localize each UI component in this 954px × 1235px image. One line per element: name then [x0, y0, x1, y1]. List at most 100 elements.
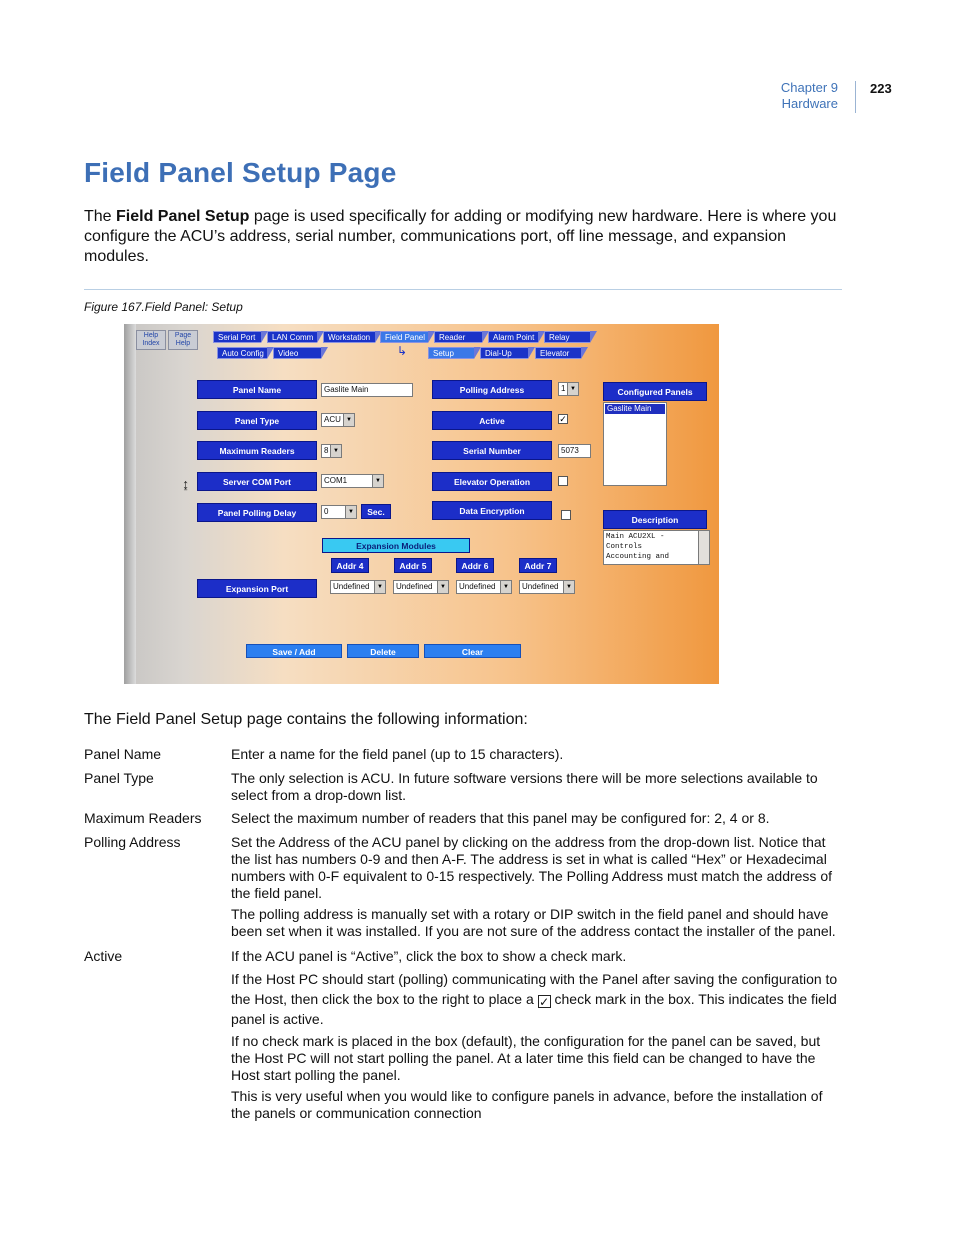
polling-address-value: 1	[561, 384, 566, 393]
chevron-down-icon: ▼	[343, 414, 354, 426]
server-com-port-label: Server COM Port	[197, 472, 317, 491]
delete-button[interactable]: Delete	[347, 644, 419, 658]
chevron-down-icon: ▼	[437, 581, 448, 593]
expansion-port-select-2[interactable]: Undefined ▼	[393, 580, 449, 594]
panel-polling-delay-label: Panel Polling Delay	[197, 503, 317, 522]
checkmark-box-icon: ✓	[537, 995, 551, 1009]
intro-bold: Field Panel Setup	[116, 208, 250, 225]
data-encryption-label: Data Encryption	[432, 501, 552, 520]
desc-max-readers: Select the maximum number of readers tha…	[231, 810, 770, 826]
mouse-cursor-icon: ↨	[182, 476, 189, 492]
tab-relay[interactable]: Relay	[544, 331, 597, 343]
term-max-readers: Maximum Readers	[84, 810, 202, 826]
expansion-port-value: Undefined	[333, 582, 370, 591]
panel-type-label: Panel Type	[197, 411, 317, 430]
subtab-elevator[interactable]: Elevator	[535, 347, 588, 359]
serial-number-label: Serial Number	[432, 441, 552, 460]
addr-7-label: Addr 7	[519, 558, 557, 573]
panel-type-select[interactable]: ACU ▼	[321, 413, 355, 427]
tab-field-panel[interactable]: Field Panel	[380, 331, 435, 343]
subtab-arrow-icon: ↳	[397, 344, 408, 358]
panel-name-label: Panel Name	[197, 380, 317, 399]
chevron-down-icon: ▼	[567, 383, 578, 395]
max-readers-select[interactable]: 8 ▼	[321, 444, 342, 458]
description-text: Main ACU2XL - Controls Accounting and	[606, 533, 670, 561]
description-textarea[interactable]: Main ACU2XL - Controls Accounting and	[603, 530, 710, 565]
tab-video[interactable]: Video	[273, 347, 328, 359]
list-item[interactable]: Gaslite Main	[605, 404, 665, 414]
header-divider	[855, 81, 856, 113]
elevator-operation-label: Elevator Operation	[432, 472, 552, 491]
polling-address-label: Polling Address	[432, 380, 552, 399]
active-paragraph-4: This is very useful when you would like …	[231, 1088, 823, 1121]
help-index-button[interactable]: Help Index	[136, 330, 166, 350]
polling-address-select[interactable]: 1 ▼	[558, 382, 579, 396]
active-paragraph-3: If no check mark is placed in the box (d…	[231, 1033, 821, 1083]
tab-alarm-point[interactable]: Alarm Point	[488, 331, 545, 343]
data-encryption-checkbox[interactable]	[561, 510, 571, 520]
expansion-modules-label: Expansion Modules	[322, 538, 470, 553]
elevator-operation-checkbox[interactable]	[558, 476, 568, 486]
chapter-info: Chapter 9 Hardware	[781, 80, 838, 112]
desc-panel-name: Enter a name for the field panel (up to …	[231, 746, 564, 762]
polling-delay-unit-label: Sec.	[361, 504, 391, 519]
serial-number-input[interactable]: 5073	[558, 444, 591, 458]
active-paragraph-2: If the Host PC should start (polling) co…	[231, 969, 843, 1029]
addr-4-label: Addr 4	[331, 558, 369, 573]
save-add-button[interactable]: Save / Add	[246, 644, 342, 658]
panel-polling-delay-select[interactable]: 0 ▼	[321, 505, 357, 519]
description-label: Description	[603, 510, 707, 529]
tab-reader[interactable]: Reader	[434, 331, 489, 343]
chevron-down-icon: ▼	[563, 581, 574, 593]
chevron-down-icon: ▼	[500, 581, 511, 593]
term-panel-type: Panel Type	[84, 770, 154, 786]
section-divider	[84, 289, 842, 290]
addr-6-label: Addr 6	[456, 558, 494, 573]
expansion-port-select-1[interactable]: Undefined ▼	[330, 580, 386, 594]
chevron-down-icon: ▼	[372, 475, 383, 487]
expansion-port-value: Undefined	[459, 582, 496, 591]
subtab-setup[interactable]: Setup	[428, 347, 481, 359]
chevron-down-icon: ▼	[345, 506, 356, 518]
polling-address-paragraph-1: Set the Address of the ACU panel by clic…	[231, 834, 833, 901]
term-panel-name: Panel Name	[84, 746, 162, 762]
server-com-port-select[interactable]: COM1 ▼	[321, 474, 384, 488]
intro-paragraph: The Field Panel Setup page is used speci…	[84, 207, 854, 267]
expansion-port-select-4[interactable]: Undefined ▼	[519, 580, 575, 594]
field-panel-setup-screenshot: Help Index Page Help Serial Port LAN Com…	[124, 324, 719, 684]
tab-serial-port[interactable]: Serial Port	[213, 331, 268, 343]
section-label: Hardware	[781, 96, 838, 111]
page-help-button[interactable]: Page Help	[168, 330, 198, 350]
tab-auto-config[interactable]: Auto Config	[217, 347, 274, 359]
configured-panels-label: Configured Panels	[603, 382, 707, 401]
chevron-down-icon: ▼	[374, 581, 385, 593]
page-title: Field Panel Setup Page	[84, 157, 397, 188]
page-number: 223	[870, 81, 892, 96]
term-active: Active	[84, 948, 123, 964]
desc-panel-type: The only selection is ACU. In future sof…	[231, 770, 818, 803]
figure-caption: Figure 167.Field Panel: Setup	[84, 300, 243, 314]
active-label: Active	[432, 411, 552, 430]
tab-workstation[interactable]: Workstation	[323, 331, 382, 343]
subtab-dial-up[interactable]: Dial-Up	[480, 347, 535, 359]
window-sidebar	[124, 324, 136, 684]
scrollbar[interactable]	[698, 531, 709, 564]
expansion-port-select-3[interactable]: Undefined ▼	[456, 580, 512, 594]
panel-name-input[interactable]: Gaslite Main	[321, 383, 413, 397]
term-polling-address: Polling Address	[84, 834, 181, 850]
intro-prefix: The	[84, 208, 117, 225]
desc-active: If the ACU panel is “Active”, click the …	[231, 948, 843, 1126]
server-com-port-value: COM1	[324, 476, 348, 485]
contains-intro: The Field Panel Setup page contains the …	[84, 711, 528, 728]
addr-5-label: Addr 5	[394, 558, 432, 573]
expansion-port-value: Undefined	[396, 582, 433, 591]
active-checkbox[interactable]: ✓	[558, 414, 568, 424]
expansion-port-value: Undefined	[522, 582, 559, 591]
polling-address-paragraph-2: The polling address is manually set with…	[231, 906, 836, 939]
panel-polling-delay-value: 0	[324, 507, 329, 516]
clear-button[interactable]: Clear	[424, 644, 521, 658]
panel-type-value: ACU	[324, 415, 341, 424]
tab-lan-comm[interactable]: LAN Comm	[267, 331, 324, 343]
running-header: Chapter 9 Hardware 223	[760, 80, 892, 114]
configured-panels-list[interactable]: Gaslite Main	[603, 402, 667, 486]
